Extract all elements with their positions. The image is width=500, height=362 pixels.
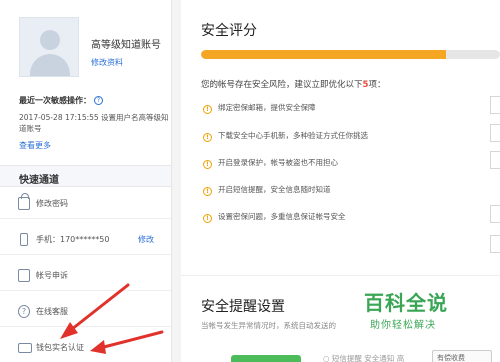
sidebar-item-online-support[interactable]: ? 在线客服 (0, 296, 171, 327)
sidebar-item-phone: 手机：170******50 修改 (0, 224, 171, 255)
edit-profile-link[interactable]: 修改资料 (91, 57, 123, 68)
avatar-body-shape (30, 54, 70, 76)
document-icon (18, 269, 30, 282)
phone-icon (20, 233, 28, 246)
sidebar-item-label: 在线客服 (36, 307, 68, 316)
task-action-button[interactable] (490, 124, 500, 142)
main-panel: 安全评分 您的帐号存在安全风险，建议立即优化以下5项： ! 绑定密保邮箱，提供安全… (181, 0, 500, 362)
recent-operation-heading: 最近一次敏感操作：? (19, 95, 103, 106)
security-task: ! 开启短信提醒，安全信息随时知道 (203, 184, 331, 196)
task-action-button[interactable] (490, 96, 500, 114)
security-task: ! 绑定密保邮箱，提供安全保障 (203, 102, 316, 114)
task-label: 下载安全中心手机新，多种验证方式任你挑选 (218, 131, 368, 140)
security-remind-title: 安全提醒设置 (201, 299, 285, 315)
task-action-button[interactable] (490, 205, 500, 223)
sidebar-item-label: 钱包实名认证 (36, 343, 84, 352)
security-score-bar (201, 50, 500, 59)
risk-prefix: 您的帐号存在安全风险，建议立即优化以下 (201, 80, 363, 90)
avatar-head-shape (40, 30, 60, 50)
watermark-title: 百科全说 (364, 291, 448, 315)
warning-icon: ! (203, 105, 212, 114)
quick-access-title: 快速通道 (19, 175, 59, 186)
sidebar-item-appeal[interactable]: 帐号申诉 (0, 260, 171, 291)
section-divider (181, 275, 500, 276)
quick-access-header: 快速通道 (0, 165, 171, 187)
account-name: 高等级知道账号 (91, 40, 161, 51)
task-label: 设置密保问题，多重信息保证帐号安全 (218, 212, 346, 221)
warning-icon: ! (203, 133, 212, 142)
security-score-fill (201, 50, 447, 59)
sidebar-item-label: 帐号申诉 (36, 271, 68, 280)
task-label: 开启短信提醒，安全信息随时知道 (218, 185, 331, 194)
sidebar-item-label: 修改密码 (36, 199, 68, 208)
sms-remind-option[interactable]: ○ 短信提醒 安全通知 高 (323, 353, 404, 362)
lock-icon (18, 193, 30, 210)
view-more-link[interactable]: 查看更多 (19, 140, 51, 151)
avatar[interactable] (19, 17, 79, 77)
paid-service-button[interactable]: 有偿收费 (432, 350, 492, 362)
task-label: 开启登录保护，帐号被盗也不用担心 (218, 158, 338, 167)
help-icon[interactable]: ? (94, 96, 103, 105)
help-icon: ? (18, 305, 30, 318)
risk-suffix: 项： (368, 80, 386, 90)
id-card-icon (18, 343, 32, 353)
sidebar-item-label: 手机：170******50 (36, 235, 110, 244)
edit-phone-link[interactable]: 修改 (138, 234, 154, 245)
status-bar (231, 355, 301, 362)
security-remind-description: 当帐号发生异常情况时，系统自动发送的 (201, 321, 336, 330)
sidebar-item-change-password[interactable]: 修改密码 (0, 188, 171, 219)
security-score-title: 安全评分 (201, 23, 257, 39)
risk-summary: 您的帐号存在安全风险，建议立即优化以下5项： (201, 78, 385, 90)
warning-icon: ! (203, 160, 212, 169)
recent-operation-label: 最近一次敏感操作： (19, 96, 91, 105)
sidebar: 高等级知道账号 修改资料 最近一次敏感操作：? 2017-05-28 17:15… (0, 0, 172, 362)
security-task: ! 下载安全中心手机新，多种验证方式任你挑选 (203, 130, 368, 142)
recent-operation-detail: 2017-05-28 17:15:55 设置用户名高等级知道账号 (19, 113, 169, 133)
warning-icon: ! (203, 214, 212, 223)
task-action-button[interactable] (490, 151, 500, 169)
security-task: ! 设置密保问题，多重信息保证帐号安全 (203, 211, 346, 223)
task-action-button[interactable] (490, 235, 500, 253)
security-task: ! 开启登录保护，帐号被盗也不用担心 (203, 157, 338, 169)
watermark-subtitle: 助你轻松解决 (370, 320, 436, 331)
task-label: 绑定密保邮箱，提供安全保障 (218, 103, 316, 112)
sidebar-item-wallet-verification[interactable]: 钱包实名认证 (0, 332, 171, 362)
warning-icon: ! (203, 187, 212, 196)
